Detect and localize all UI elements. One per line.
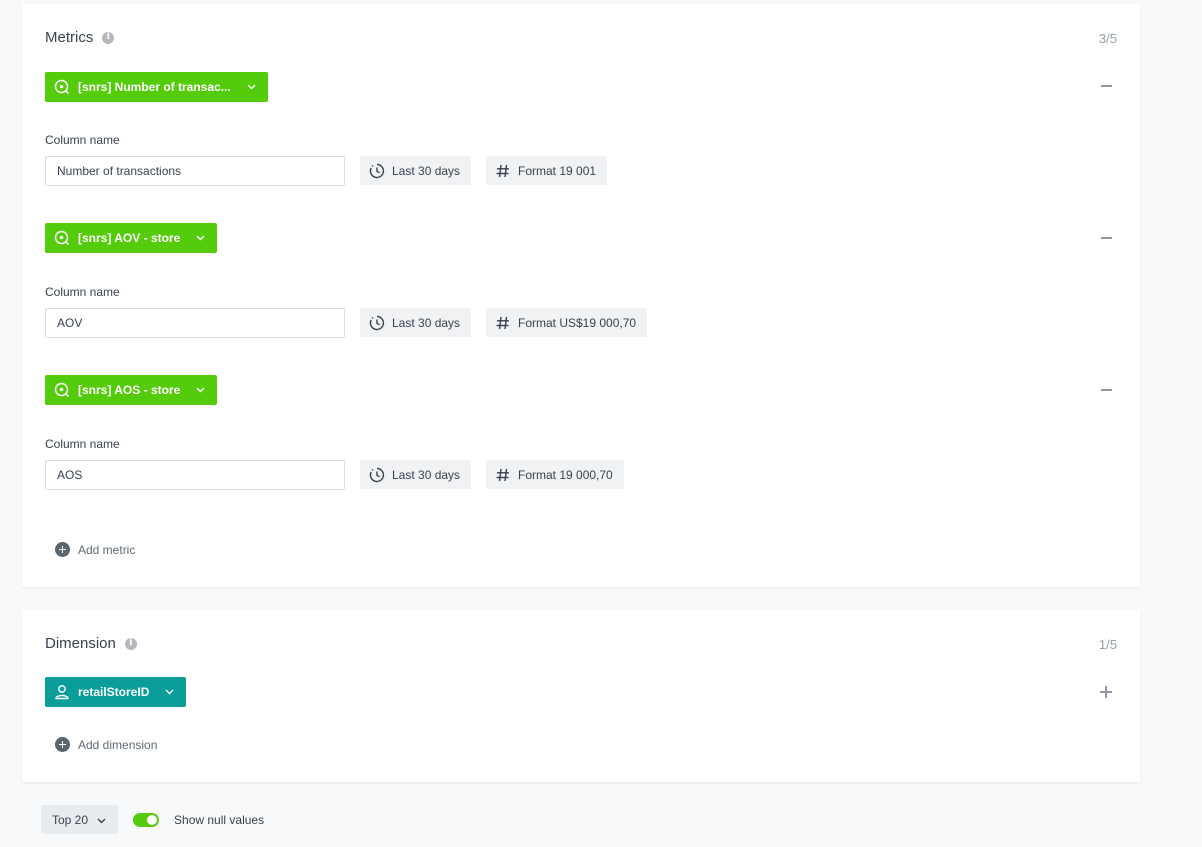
column-name-label: Column name [45,285,120,299]
metric-label: [snrs] AOV - store [78,231,181,245]
footer-controls: Top 20 Show null values [41,805,264,834]
column-name-input-1[interactable] [45,156,345,186]
dimension-header: Dimension i [45,635,137,652]
toggle-knob [147,814,158,825]
column-name-label: Column name [45,437,120,451]
dimension-card: Dimension i 1/5 retailStoreID Add dimens… [22,610,1140,782]
top-n-select[interactable]: Top 20 [41,805,119,834]
metrics-title: Metrics [45,29,94,46]
chevron-down-icon [165,689,174,695]
metric-icon [54,382,70,398]
clock-icon [369,163,385,178]
format-button-3[interactable]: Format 19 000,70 [486,460,624,489]
add-dimension-label: Add dimension [78,737,158,752]
add-metric-label: Add metric [78,542,136,557]
period-label: Last 30 days [392,163,461,178]
metric-label: [snrs] Number of transac... [78,80,231,94]
user-icon [55,685,69,700]
show-null-toggle[interactable] [133,812,160,827]
plus-circle-icon [55,542,70,557]
remove-metric-button-2[interactable] [1100,232,1112,244]
clock-icon [369,315,385,330]
chevron-down-icon [196,235,205,241]
minus-icon [1100,237,1112,239]
period-label: Last 30 days [392,315,461,330]
format-label: Format 19 001 [518,163,597,178]
metric-selector-2[interactable]: [snrs] AOV - store [45,223,218,253]
hash-icon [496,164,509,177]
show-null-label: Show null values [174,812,265,827]
metrics-card: Metrics i 3/5 [snrs] Number of transac..… [22,4,1140,587]
format-button-1[interactable]: Format 19 001 [486,156,608,185]
format-label: Format US$19 000,70 [518,315,637,330]
metrics-counter: 3/5 [1098,31,1117,46]
dimension-title: Dimension [45,635,116,652]
metric-icon [54,79,70,95]
metrics-header: Metrics i [45,29,115,46]
add-metric-button[interactable]: Add metric [55,542,135,557]
format-button-2[interactable]: Format US$19 000,70 [486,308,648,337]
remove-metric-button-3[interactable] [1100,384,1112,396]
dimension-label: retailStoreID [78,685,150,699]
chevron-down-icon [196,387,205,393]
add-dimension-button[interactable]: Add dimension [55,737,157,752]
metric-selector-1[interactable]: [snrs] Number of transac... [45,72,268,102]
add-subdimension-button[interactable] [1100,686,1112,698]
clock-icon [369,467,385,482]
chevron-down-icon [97,813,106,827]
period-button-1[interactable]: Last 30 days [360,156,472,185]
top-n-label: Top 20 [52,812,89,827]
metric-icon [54,230,70,246]
period-label: Last 30 days [392,467,461,482]
dimension-selector[interactable]: retailStoreID [45,677,187,707]
minus-icon [1100,85,1112,87]
column-name-input-2[interactable] [45,308,345,338]
info-icon[interactable]: i [102,31,115,44]
plus-circle-icon [55,737,70,752]
chevron-down-icon [247,84,256,90]
column-name-input-3[interactable] [45,460,345,490]
info-icon[interactable]: i [124,637,137,650]
minus-icon [1100,389,1112,391]
hash-icon [496,468,509,481]
column-name-label: Column name [45,133,120,147]
dimension-counter: 1/5 [1098,637,1117,652]
period-button-3[interactable]: Last 30 days [360,460,472,489]
period-button-2[interactable]: Last 30 days [360,308,472,337]
metric-label: [snrs] AOS - store [78,383,181,397]
hash-icon [496,316,509,329]
remove-metric-button-1[interactable] [1100,80,1112,92]
format-label: Format 19 000,70 [518,467,613,482]
metric-selector-3[interactable]: [snrs] AOS - store [45,375,218,405]
